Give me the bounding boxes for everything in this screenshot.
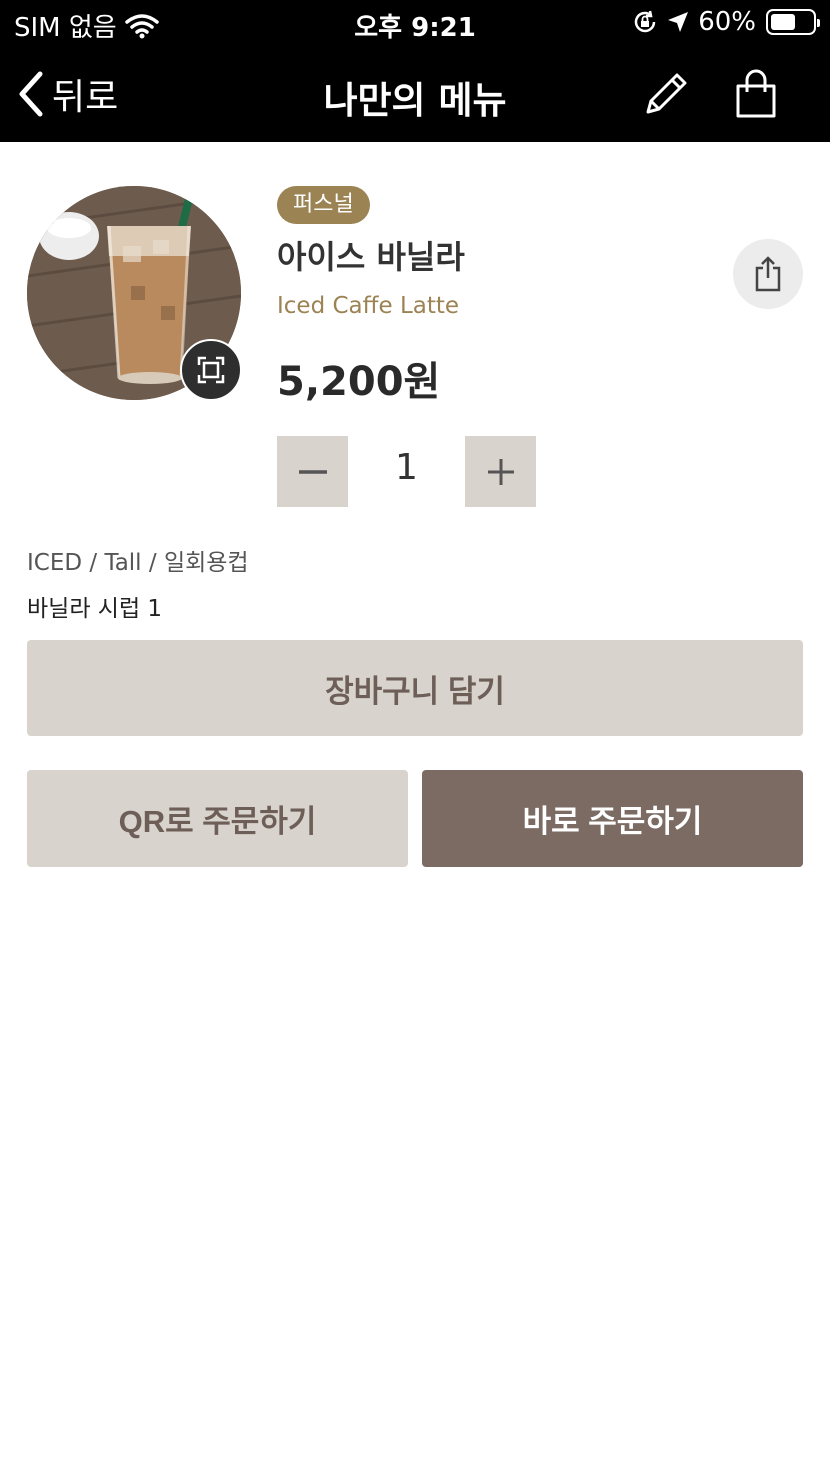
expand-icon [197,356,225,384]
qr-order-button[interactable]: QR로 주문하기 [27,770,408,867]
personal-badge: 퍼스널 [277,186,370,224]
product-name: 아이스 바닐라 [277,238,465,276]
extras-summary: 바닐라 시럽 1 [27,596,163,622]
location-arrow-icon [668,12,689,32]
edit-button[interactable] [640,68,692,120]
option-summary: ICED / Tall / 일회용컵 [27,550,249,576]
page-title: 나만의 메뉴 [323,79,507,122]
product-name-en: Iced Caffe Latte [277,293,460,319]
quantity-decrease-button[interactable] [277,436,348,507]
back-button[interactable]: 뒤로 [16,68,118,120]
product-price: 5,200원 [277,359,441,405]
nav-bar: 뒤로 나만의 메뉴 [0,46,830,142]
share-button[interactable] [733,239,803,309]
plus-icon [487,458,514,485]
battery-cap [817,19,820,27]
quantity-increase-button[interactable] [465,436,536,507]
status-right: 60% [632,7,820,37]
zoom-button[interactable] [180,339,242,401]
quantity-value: 1 [395,447,418,488]
cart-button[interactable] [730,68,782,120]
back-label: 뒤로 [52,77,119,118]
battery-percent: 60% [698,7,756,37]
battery-icon [766,9,820,35]
direct-order-button[interactable]: 바로 주문하기 [422,770,803,867]
chevron-left-icon [19,71,43,117]
status-bar: SIM 없음 오후 9:21 60% [0,0,830,46]
add-to-cart-button[interactable]: 장바구니 담기 [27,640,803,736]
battery-fill [771,14,795,30]
pencil-icon [646,73,687,114]
minus-icon [298,469,327,474]
rotation-lock-icon [634,10,656,33]
share-icon [755,256,781,292]
shopping-bag-icon [736,69,776,118]
